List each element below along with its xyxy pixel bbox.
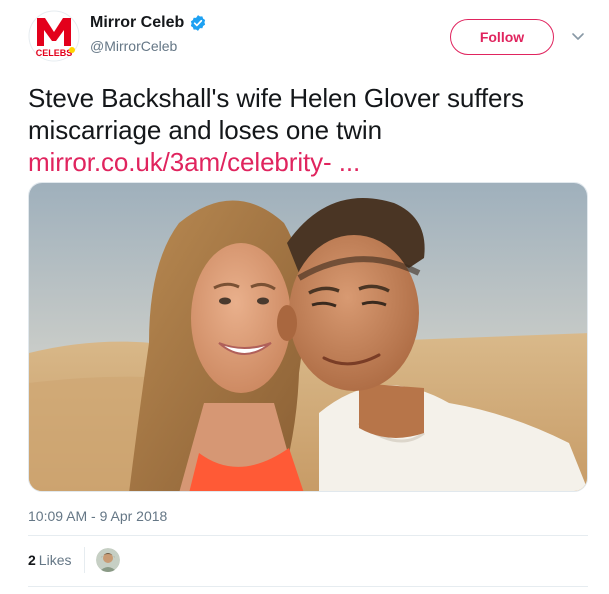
- verified-badge-icon: [189, 14, 207, 32]
- tweet-link[interactable]: mirror.co.uk/3am/celebrity- ...: [28, 146, 588, 178]
- tweet-timestamp[interactable]: 10:09 AM - 9 Apr 2018: [28, 508, 167, 524]
- name-row: Mirror Celeb: [90, 14, 207, 32]
- display-name[interactable]: Mirror Celeb: [90, 14, 184, 32]
- liker-avatar[interactable]: [96, 548, 120, 572]
- tweet-text: Steve Backshall's wife Helen Glover suff…: [28, 82, 588, 178]
- likes-label: Likes: [38, 552, 72, 568]
- likes-number: 2: [28, 552, 36, 568]
- likes-count[interactable]: 2 Likes: [28, 552, 71, 568]
- tweet-photo[interactable]: [28, 182, 588, 492]
- account-handle[interactable]: @MirrorCeleb: [90, 38, 177, 54]
- follow-button[interactable]: Follow: [450, 19, 554, 55]
- logo-text: CELEBS: [36, 48, 73, 58]
- divider: [28, 586, 588, 587]
- chevron-down-icon[interactable]: [568, 26, 588, 46]
- divider: [28, 535, 588, 536]
- likes-separator: [84, 547, 85, 573]
- account-avatar[interactable]: CELEBS: [28, 10, 80, 62]
- tweet-card: CELEBS Mirror Celeb @MirrorCeleb Follow …: [0, 0, 609, 594]
- tweet-body: Steve Backshall's wife Helen Glover suff…: [28, 83, 524, 145]
